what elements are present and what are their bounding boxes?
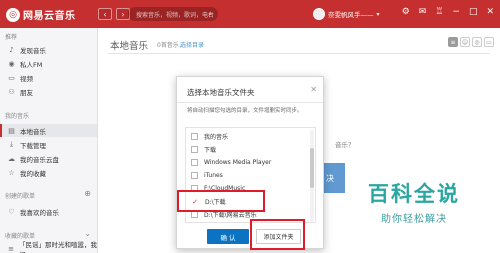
user-menu[interactable]: 奈雯帆风手—— ▾ — [313, 8, 380, 20]
sidebar-item-video[interactable]: ▭ 视频 — [0, 71, 97, 84]
friends-icon: ⚇ — [8, 87, 15, 96]
sidebar-item-label: 我喜欢的音乐 — [20, 208, 59, 217]
sidebar-item-label: 我的音乐云盘 — [20, 155, 59, 164]
add-folder-button[interactable]: 添加文件夹 — [256, 229, 301, 244]
chevron-left-icon[interactable]: ‹ — [98, 8, 112, 20]
playlist-icon: ≡ — [8, 244, 14, 253]
folder-row[interactable]: F:\CloudMusic — [186, 182, 310, 195]
sidebar-item-cloud[interactable]: ☁ 我的音乐云盘 — [0, 152, 97, 165]
sidebar-item-liked[interactable]: ♡ 我喜欢的音乐 — [0, 205, 97, 218]
checkbox[interactable] — [191, 159, 198, 166]
history-nav: ‹ › — [98, 8, 130, 20]
folder-label: D:\下载 — [205, 199, 226, 206]
gear-icon[interactable]: ⚙ — [402, 7, 410, 17]
folder-label: 下载 — [204, 147, 217, 154]
video-icon: ▭ — [8, 73, 15, 82]
folder-row[interactable]: 下载 — [186, 143, 310, 156]
sidebar-item-label: 朋友 — [20, 88, 33, 97]
chevron-down-icon[interactable]: ▾ — [377, 11, 380, 18]
sidebar-item-downloads[interactable]: ⤓ 下载管理 — [0, 138, 97, 151]
sidebar-item-playlist[interactable]: ≡ 「民谣」那时光和喧嚣，我们... — [0, 240, 98, 253]
folder-label: Windows Media Player — [204, 159, 272, 166]
sidebar-item-discover[interactable]: ♪ 发现音乐 — [0, 43, 97, 56]
heart-icon: ♡ — [8, 207, 15, 216]
sidebar-item-label: 视频 — [20, 74, 33, 83]
checkbox[interactable] — [191, 133, 198, 140]
dialog-title: 选择本地音乐文件夹 — [187, 88, 255, 97]
folder-label: iTunes — [204, 172, 223, 179]
folder-row[interactable]: D:\下载\网易云音乐 — [186, 208, 310, 221]
download-icon: ⤓ — [9, 140, 14, 148]
sidebar-item-label: 本地音乐 — [20, 127, 46, 136]
sidebar-item-label: 我的收藏 — [20, 169, 46, 178]
checkbox[interactable] — [191, 146, 198, 153]
scrollbar-thumb[interactable] — [310, 148, 314, 188]
app-name: 网易云音乐 — [23, 11, 76, 22]
minimize-icon[interactable]: − — [452, 7, 460, 17]
window-controls: ⚙ ✉ ♖ − □ ✕ — [402, 7, 494, 17]
collapse-icon[interactable]: ⌄ — [84, 229, 91, 238]
local-music-icon: ▤ — [8, 126, 15, 135]
radio-icon: ◉ — [8, 59, 15, 68]
title-bar: ◎ 网易云音乐 ‹ › 搜索音乐，视频，歌词，电台 ⌕ 奈雯帆风手—— ▾ ⚙ … — [0, 0, 500, 28]
close-icon[interactable]: ✕ — [310, 85, 317, 94]
username[interactable]: 奈雯帆风手—— — [328, 9, 374, 19]
checkbox[interactable] — [191, 172, 198, 179]
watermark-subtitle: 助你轻松解决 — [381, 214, 447, 225]
sidebar-item-label: 下载管理 — [20, 141, 46, 150]
collection-icon: ☆ — [8, 168, 15, 177]
folder-row[interactable]: iTunes — [186, 169, 310, 182]
folder-label: F:\CloudMusic — [204, 185, 246, 192]
sidebar-item-label: 私人FM — [20, 60, 43, 69]
close-icon[interactable]: ✕ — [486, 7, 494, 17]
netease-logo-icon: ◎ — [6, 7, 20, 22]
checkbox[interactable] — [191, 211, 198, 218]
app-logo[interactable]: ◎ 网易云音乐 — [6, 7, 76, 22]
sidebar-item-local-music[interactable]: ▤ 本地音乐 — [0, 124, 97, 137]
mail-icon[interactable]: ✉ — [419, 7, 427, 17]
sidebar: 推荐 ♪ 发现音乐 ◉ 私人FM ▭ 视频 ⚇ 朋友 我的音乐 ▤ 本地音乐 ⤓… — [0, 28, 98, 253]
section-title-created-playlists: 创建的歌单 — [5, 193, 36, 200]
dialog-description: 将自动扫描您勾选的目录，文件增删实时同步。 — [187, 108, 303, 114]
checkmark-icon[interactable]: ✓ — [191, 198, 199, 206]
section-title-recommend: 推荐 — [5, 34, 18, 41]
sidebar-item-friends[interactable]: ⚇ 朋友 — [0, 85, 97, 98]
watermark-title: 百科全说 — [368, 182, 460, 206]
confirm-button[interactable]: 确 认 — [207, 229, 249, 244]
section-title-my-music: 我的音乐 — [5, 113, 30, 120]
folder-label: D:\下载\网易云音乐 — [204, 212, 257, 219]
search-input[interactable]: 搜索音乐，视频，歌词，电台 ⌕ — [128, 7, 218, 21]
folder-row-selected[interactable]: ✓ D:\下载 — [186, 195, 310, 208]
music-note-icon: ♪ — [9, 45, 14, 54]
cloud-icon: ☁ — [8, 154, 15, 163]
shirt-icon[interactable]: ♖ — [435, 7, 443, 17]
watermark: 百科全说 助你轻松解决 — [330, 178, 498, 230]
divider — [177, 102, 323, 103]
checkbox[interactable] — [191, 185, 198, 192]
maximize-icon[interactable]: □ — [469, 7, 478, 17]
sidebar-item-collection[interactable]: ☆ 我的收藏 — [0, 166, 97, 179]
avatar[interactable] — [313, 8, 325, 20]
folder-list[interactable]: 我的音乐 下载 Windows Media Player iTunes F:\C… — [185, 127, 316, 223]
add-playlist-icon[interactable]: ⊕ — [84, 189, 91, 198]
choose-folder-dialog: 选择本地音乐文件夹 ✕ 将自动扫描您勾选的目录，文件增删实时同步。 我的音乐 下… — [176, 76, 324, 249]
folder-label: 我的音乐 — [204, 134, 229, 141]
search-placeholder: 搜索音乐，视频，歌词，电台 — [136, 11, 215, 19]
sidebar-item-label: 「民谣」那时光和喧嚣，我们... — [19, 240, 98, 253]
search-icon[interactable]: ⌕ — [208, 10, 212, 19]
folder-row[interactable]: 我的音乐 — [186, 130, 310, 143]
sidebar-item-fm[interactable]: ◉ 私人FM — [0, 57, 97, 70]
folder-row[interactable]: Windows Media Player — [186, 156, 310, 169]
sidebar-item-label: 发现音乐 — [20, 46, 46, 55]
